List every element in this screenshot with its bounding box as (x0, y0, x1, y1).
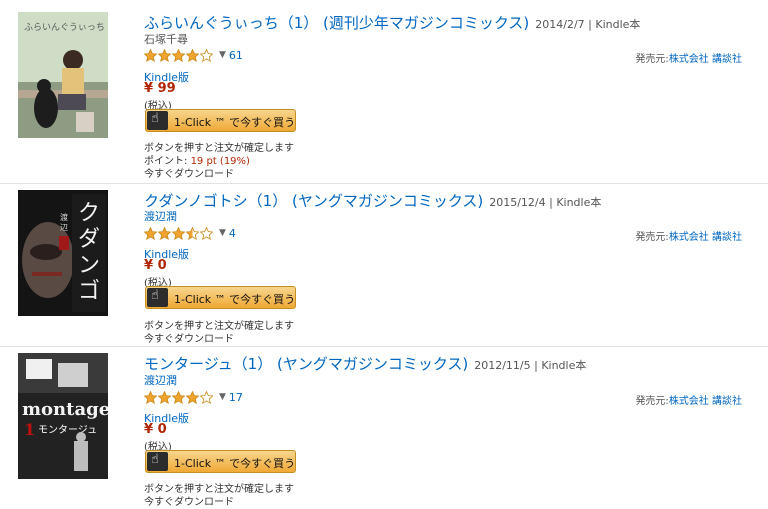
buy-button-label: 1-Click ™ で今すぐ買う (174, 116, 296, 129)
pointer-hand-icon: ☝ (147, 452, 168, 471)
product-title-link[interactable]: ふらいんぐうぃっち（1） (週刊少年マガジンコミックス) (144, 14, 529, 32)
price: ¥ 0 (144, 258, 167, 273)
publisher-label: 発売元: (635, 54, 669, 65)
download-note: 今すぐダウンロード (144, 497, 234, 508)
star-rating[interactable]: ▼ 61 (144, 48, 243, 62)
buy-button-label: 1-Click ™ で今すぐ買う (174, 457, 296, 470)
svg-text:ふらいんぐうぃっち: ふらいんぐうぃっち (24, 22, 105, 33)
author-link[interactable]: 渡辺潤 (144, 372, 177, 388)
star-rating[interactable]: ▼ 4 (144, 226, 236, 240)
svg-text:ク: ク (78, 201, 100, 226)
star-icon (200, 226, 213, 240)
star-icon (200, 48, 213, 62)
star-icon (186, 390, 199, 404)
star-icon (186, 48, 199, 62)
star-icon (200, 390, 213, 404)
release-date-format: 2015/12/4 | Kindle本 (489, 196, 602, 209)
svg-text:辺: 辺 (60, 223, 68, 232)
publisher: 発売元:株式会社 講談社 (635, 50, 742, 65)
publisher-label: 発売元: (635, 232, 669, 243)
star-icon (144, 226, 157, 240)
book-cover-image[interactable]: montage 1 モンタージュ (18, 353, 108, 479)
one-click-buy-button[interactable]: ☝ 1-Click ™ で今すぐ買う (145, 286, 296, 309)
divider (0, 183, 768, 184)
publisher-label: 発売元: (635, 396, 669, 407)
stars (144, 226, 213, 240)
svg-text:ゴ: ゴ (78, 279, 100, 304)
stars (144, 48, 213, 62)
svg-text:1: 1 (24, 420, 35, 439)
buy-button-label: 1-Click ™ で今すぐ買う (174, 293, 296, 306)
publisher: 発売元:株式会社 講談社 (635, 392, 742, 407)
product-title-link[interactable]: クダンノゴトシ（1） (ヤングマガジンコミックス) (144, 192, 483, 210)
pointer-hand-icon: ☝ (147, 111, 168, 130)
stars (144, 390, 213, 404)
publisher-link[interactable]: 株式会社 講談社 (669, 54, 742, 65)
svg-text:モンタージュ: モンタージュ (38, 424, 97, 436)
star-icon (186, 226, 199, 240)
publisher: 発売元:株式会社 講談社 (635, 228, 742, 243)
star-rating[interactable]: ▼ 17 (144, 390, 243, 404)
download-note: 今すぐダウンロード (144, 334, 234, 345)
author-link[interactable]: 渡辺潤 (144, 208, 177, 224)
chevron-down-icon[interactable]: ▼ (219, 50, 226, 60)
price: ¥ 0 (144, 422, 167, 437)
publisher-link[interactable]: 株式会社 講談社 (669, 396, 742, 407)
svg-text:ン: ン (78, 253, 100, 278)
star-icon (172, 390, 185, 404)
star-icon (158, 390, 171, 404)
star-icon (144, 390, 157, 404)
release-date-format: 2012/11/5 | Kindle本 (474, 359, 587, 372)
release-date-format: 2014/2/7 | Kindle本 (535, 18, 641, 31)
star-icon (158, 226, 171, 240)
review-count-link[interactable]: 17 (229, 391, 243, 404)
divider (0, 346, 768, 347)
one-click-buy-button[interactable]: ☝ 1-Click ™ で今すぐ買う (145, 109, 296, 132)
star-icon (158, 48, 171, 62)
star-icon (172, 48, 185, 62)
star-icon (172, 226, 185, 240)
author-name: 石塚千尋 (144, 33, 188, 46)
svg-text:渡: 渡 (60, 212, 68, 222)
svg-text:montage: montage (22, 399, 108, 420)
price: ¥ 99 (144, 81, 176, 96)
review-count-link[interactable]: 61 (229, 49, 243, 62)
one-click-buy-button[interactable]: ☝ 1-Click ™ で今すぐ買う (145, 450, 296, 473)
star-icon (144, 48, 157, 62)
svg-text:ダ: ダ (78, 227, 100, 252)
download-note: 今すぐダウンロード (144, 169, 234, 180)
book-cover-image[interactable]: ク ダ ン ゴ 渡 辺 (18, 190, 108, 316)
chevron-down-icon[interactable]: ▼ (219, 228, 226, 238)
review-count-link[interactable]: 4 (229, 227, 236, 240)
book-cover-image[interactable]: ふらいんぐうぃっち (18, 12, 108, 138)
product-title-link[interactable]: モンタージュ（1） (ヤングマガジンコミックス) (144, 355, 468, 373)
chevron-down-icon[interactable]: ▼ (219, 392, 226, 402)
pointer-hand-icon: ☝ (147, 288, 168, 307)
publisher-link[interactable]: 株式会社 講談社 (669, 232, 742, 243)
